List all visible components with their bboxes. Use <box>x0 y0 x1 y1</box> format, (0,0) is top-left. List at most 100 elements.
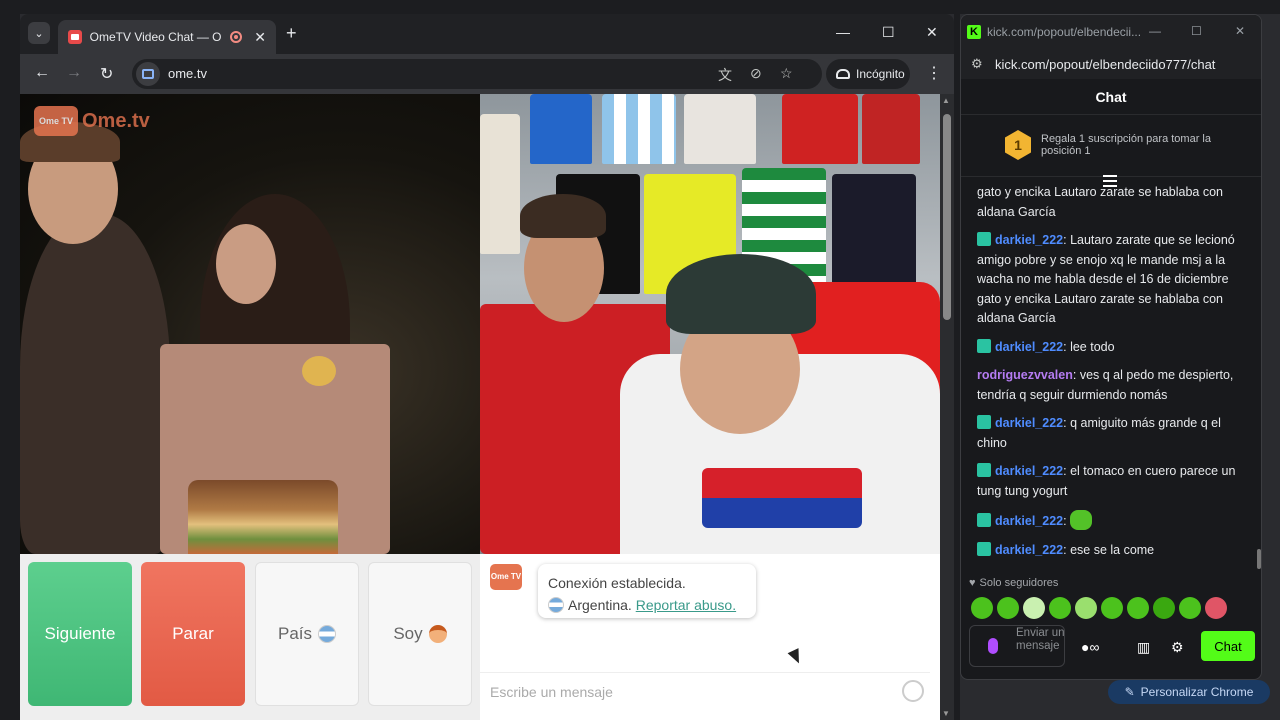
url-text: ome.tv <box>168 66 208 81</box>
next-button[interactable]: Siguiente <box>28 562 132 706</box>
personalize-label: Personalizar Chrome <box>1140 685 1254 699</box>
chat-messages: gato y encika Lautaro zarate se hablaba … <box>961 183 1257 575</box>
jersey <box>480 114 520 254</box>
eye-off-icon[interactable]: ⊘ <box>750 65 762 82</box>
chat-scrollbar[interactable] <box>1257 183 1261 575</box>
browser-window: ⌄ OmeTV Video Chat — Ome ✕ + — ☐ ✕ ← → ↻… <box>20 14 954 720</box>
emote-icon[interactable] <box>1153 597 1175 619</box>
boy-icon <box>428 625 447 643</box>
ometv-logo: Ome TV Ome.tv <box>34 106 150 136</box>
ometv-logo-text: Ome.tv <box>82 109 150 132</box>
emote-icon[interactable] <box>1127 597 1149 619</box>
stranger-video: Ome TV Ome.tv <box>20 94 480 554</box>
person-face <box>216 224 276 304</box>
microphone-icon[interactable] <box>988 638 998 654</box>
back-icon[interactable]: ← <box>34 64 50 82</box>
ometv-avatar: Ome TV <box>490 564 522 590</box>
tab-search-icon[interactable]: ⌄ <box>28 22 50 44</box>
scrollbar-thumb[interactable] <box>943 114 951 320</box>
forward-icon[interactable]: → <box>66 64 82 82</box>
menu-icon[interactable]: ⋮ <box>926 63 942 83</box>
gender-button[interactable]: Soy <box>368 562 472 706</box>
chat-text: gato y encika Lautaro zarate se hablaba … <box>977 185 1224 219</box>
browser-toolbar: ← → ↻ ome.tv 文 ⊘ ☆ Incógnito ⋮ <box>20 54 954 94</box>
jersey <box>862 94 920 164</box>
scroll-down-icon[interactable]: ▼ <box>942 709 950 718</box>
translate-icon[interactable]: 文 <box>718 65 732 85</box>
emote-bar <box>971 597 1227 619</box>
next-button-label: Siguiente <box>44 624 116 643</box>
jersey <box>684 94 756 164</box>
emote-icon[interactable] <box>1049 597 1071 619</box>
emote-icon[interactable] <box>971 597 993 619</box>
emote-icon[interactable] <box>997 597 1019 619</box>
new-tab-icon[interactable]: + <box>286 23 297 44</box>
minimize-icon[interactable]: — <box>1149 24 1161 38</box>
cap <box>666 254 816 334</box>
chat-username[interactable]: darkiel_222 <box>995 233 1063 247</box>
country-name: Argentina. <box>568 597 632 613</box>
store-icon[interactable]: ▥ <box>1137 639 1150 656</box>
chat-text: ese se la come <box>1070 542 1155 557</box>
stop-button-label: Parar <box>172 624 214 643</box>
emote-icon[interactable] <box>1205 597 1227 619</box>
chat-username[interactable]: darkiel_222 <box>995 543 1063 557</box>
chat-username[interactable]: darkiel_222 <box>995 514 1063 528</box>
personalize-chrome-button[interactable]: ✎ Personalizar Chrome <box>1108 680 1270 704</box>
message-input[interactable] <box>490 681 870 703</box>
username-separator: : <box>1072 368 1080 382</box>
kick-window-title: kick.com/popout/elbendeciі... <box>987 25 1142 39</box>
chat-username[interactable]: darkiel_222 <box>995 464 1063 478</box>
emoji-icon[interactable] <box>902 680 924 702</box>
chat-scrollbar-thumb[interactable] <box>1257 549 1261 569</box>
jersey <box>782 94 858 164</box>
gift-sub-banner[interactable]: 1 Regala 1 suscripción para tomar la pos… <box>961 115 1261 177</box>
chat-message: darkiel_222: Lautaro zarate que se lecio… <box>977 231 1243 329</box>
incognito-indicator[interactable]: Incógnito <box>826 59 910 89</box>
gender-button-label: Soy <box>393 624 423 643</box>
site-info-icon[interactable] <box>136 62 160 86</box>
emote-icon[interactable] <box>1179 597 1201 619</box>
self-video <box>480 94 940 554</box>
send-chat-button[interactable]: Chat <box>1201 631 1255 661</box>
address-bar[interactable]: ome.tv 文 ⊘ ☆ <box>132 59 822 89</box>
heart-icon: ♥ <box>969 577 976 589</box>
maximize-icon[interactable]: ☐ <box>1191 24 1202 38</box>
bits-icon[interactable]: ●∞ <box>1081 639 1099 655</box>
emote-icon[interactable] <box>1075 597 1097 619</box>
tab-ometv[interactable]: OmeTV Video Chat — Ome ✕ <box>58 20 276 54</box>
chat-text: lee todo <box>1070 339 1115 354</box>
cookie <box>302 356 336 386</box>
chat-username[interactable]: darkiel_222 <box>995 416 1063 430</box>
chat-username[interactable]: rodriguezvvalen <box>977 368 1073 382</box>
close-window-icon[interactable]: ✕ <box>926 24 938 41</box>
ometv-logo-badge: Ome TV <box>34 106 78 136</box>
stop-button[interactable]: Parar <box>141 562 245 706</box>
reload-icon[interactable]: ↻ <box>100 64 113 84</box>
recording-icon <box>230 31 243 43</box>
maximize-icon[interactable]: ☐ <box>882 24 895 41</box>
chat-message: darkiel_222: q amiguito más grande q el … <box>977 414 1243 453</box>
person-hair <box>520 194 606 238</box>
kick-message-input[interactable]: Enviar un mensaje <box>969 625 1065 667</box>
user-badge-icon <box>977 513 991 527</box>
emote-icon[interactable] <box>1101 597 1123 619</box>
country-button[interactable]: País <box>255 562 359 706</box>
desktop-left-edge <box>0 14 20 720</box>
close-window-icon[interactable]: ✕ <box>1235 24 1245 38</box>
chat-username[interactable]: darkiel_222 <box>995 340 1063 354</box>
settings-icon[interactable]: ⚙ <box>1171 639 1184 656</box>
kick-chat-header: Chat <box>961 79 1261 115</box>
jersey <box>602 94 676 164</box>
report-abuse-link[interactable]: Reportar abuso. <box>636 597 736 613</box>
country-button-label: País <box>277 624 313 643</box>
followers-only-label: Solo seguidores <box>979 577 1059 589</box>
bookmark-star-icon[interactable]: ☆ <box>780 65 793 82</box>
scroll-up-icon[interactable]: ▲ <box>942 96 950 105</box>
minimize-icon[interactable]: — <box>836 24 850 40</box>
emote-icon[interactable] <box>1023 597 1045 619</box>
tab-close-icon[interactable]: ✕ <box>254 29 266 46</box>
user-badge-icon <box>977 541 991 556</box>
page-scrollbar[interactable]: ▲ ▼ <box>940 94 954 720</box>
site-settings-icon[interactable]: ⚙ <box>971 56 983 72</box>
